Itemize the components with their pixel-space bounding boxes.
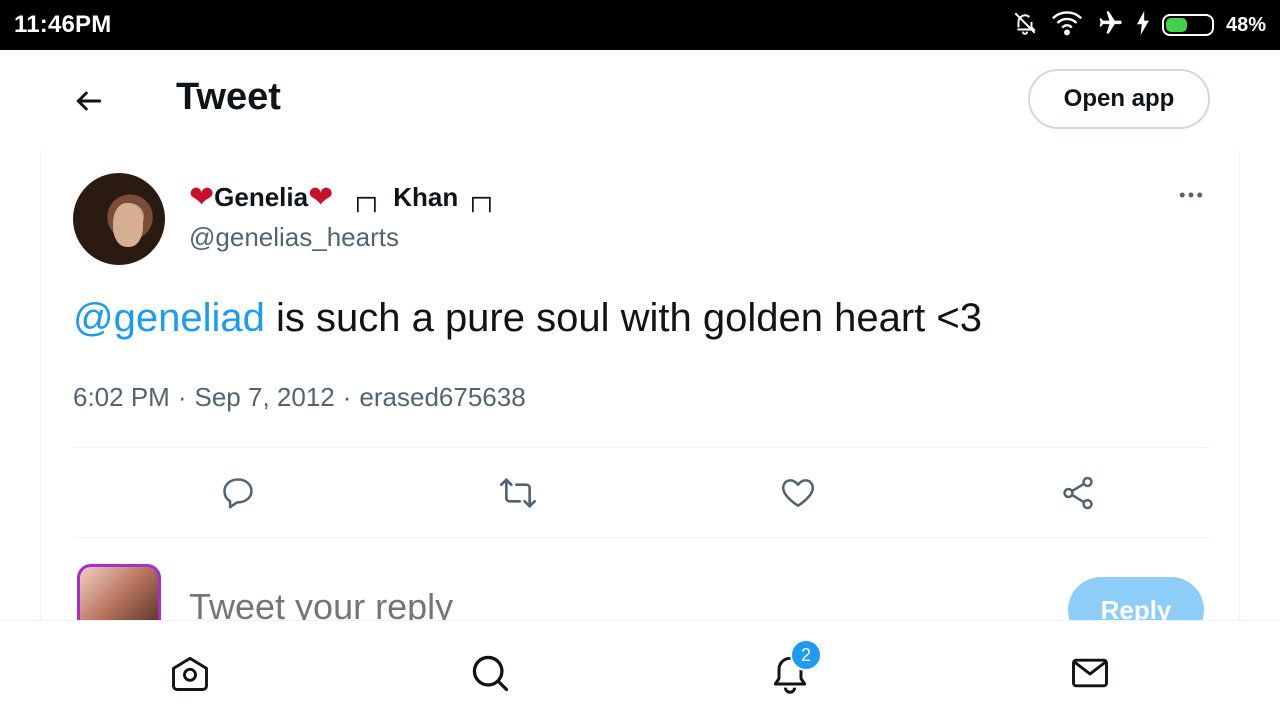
tweet-body: is such a pure soul with golden heart <3 [264, 296, 982, 340]
airplane-icon [1096, 9, 1124, 42]
back-button[interactable] [66, 78, 112, 124]
heart-emoji-icon: ❤ [308, 180, 334, 214]
nav-messages[interactable] [1066, 649, 1114, 697]
divider [73, 447, 1209, 448]
messages-icon [1072, 658, 1108, 688]
nav-search[interactable] [466, 649, 514, 697]
box-glyph-icon: ┌┐ [349, 183, 384, 211]
header: Tweet Open app [0, 50, 1280, 150]
bottom-nav: 2 [0, 620, 1280, 720]
tweet-actions [73, 468, 1209, 518]
reply-action-button[interactable] [215, 470, 261, 516]
tweet-date[interactable]: Sep 7, 2012 [195, 382, 335, 413]
home-icon [172, 656, 208, 691]
tweet-source[interactable]: erased675638 [359, 382, 525, 413]
arrow-left-icon [76, 91, 102, 111]
retweet-icon [500, 478, 536, 508]
search-icon [472, 655, 509, 692]
share-action-button[interactable] [1055, 470, 1101, 516]
share-icon [1063, 476, 1093, 510]
status-icons: 48% [1012, 9, 1266, 42]
retweet-action-button[interactable] [495, 470, 541, 516]
battery-fill [1165, 18, 1188, 32]
more-button[interactable] [1171, 180, 1211, 216]
author-name[interactable]: ❤ Genelia ❤ ┌┐ Khan ┌┐ [189, 182, 498, 213]
tweet-meta: 6:02 PM · Sep 7, 2012 · erased675638 [73, 382, 526, 413]
status-time: 11:46PM [14, 11, 112, 38]
like-action-button[interactable] [775, 470, 821, 516]
battery-icon [1161, 14, 1214, 36]
notification-count-badge: 2 [790, 639, 822, 671]
tweet-mention-link[interactable]: @geneliad [73, 296, 265, 340]
meta-separator: · [342, 382, 352, 412]
tweet-text: @geneliad is such a pure soul with golde… [73, 296, 982, 341]
author-name-last: Khan [393, 182, 459, 212]
charging-icon [1136, 10, 1150, 40]
reply-button[interactable]: Reply [1068, 577, 1204, 620]
bell-off-icon [1012, 10, 1038, 41]
tweet-card: ❤ Genelia ❤ ┌┐ Khan ┌┐ @genelias_hearts … [40, 150, 1240, 620]
comment-icon [223, 478, 253, 509]
box-glyph-icon: ┌┐ [464, 183, 499, 211]
heart-emoji-icon: ❤ [189, 180, 215, 214]
heart-icon [782, 479, 814, 507]
battery-percent: 48% [1225, 13, 1266, 36]
meta-separator: · [177, 382, 187, 412]
author-name-first: Genelia [214, 182, 309, 212]
user-avatar[interactable] [77, 564, 161, 620]
author-avatar[interactable] [73, 173, 165, 265]
more-horizontal-icon [1179, 192, 1203, 198]
divider [73, 537, 1209, 538]
wifi-icon [1050, 10, 1084, 41]
status-bar: 11:46PM 48% [0, 0, 1280, 50]
page-title: Tweet [176, 76, 281, 118]
author-handle[interactable]: @genelias_hearts [189, 222, 399, 253]
nav-home[interactable] [166, 649, 214, 697]
reply-input[interactable] [189, 586, 889, 620]
tweet-time[interactable]: 6:02 PM [73, 382, 170, 413]
open-app-button[interactable]: Open app [1028, 69, 1210, 129]
